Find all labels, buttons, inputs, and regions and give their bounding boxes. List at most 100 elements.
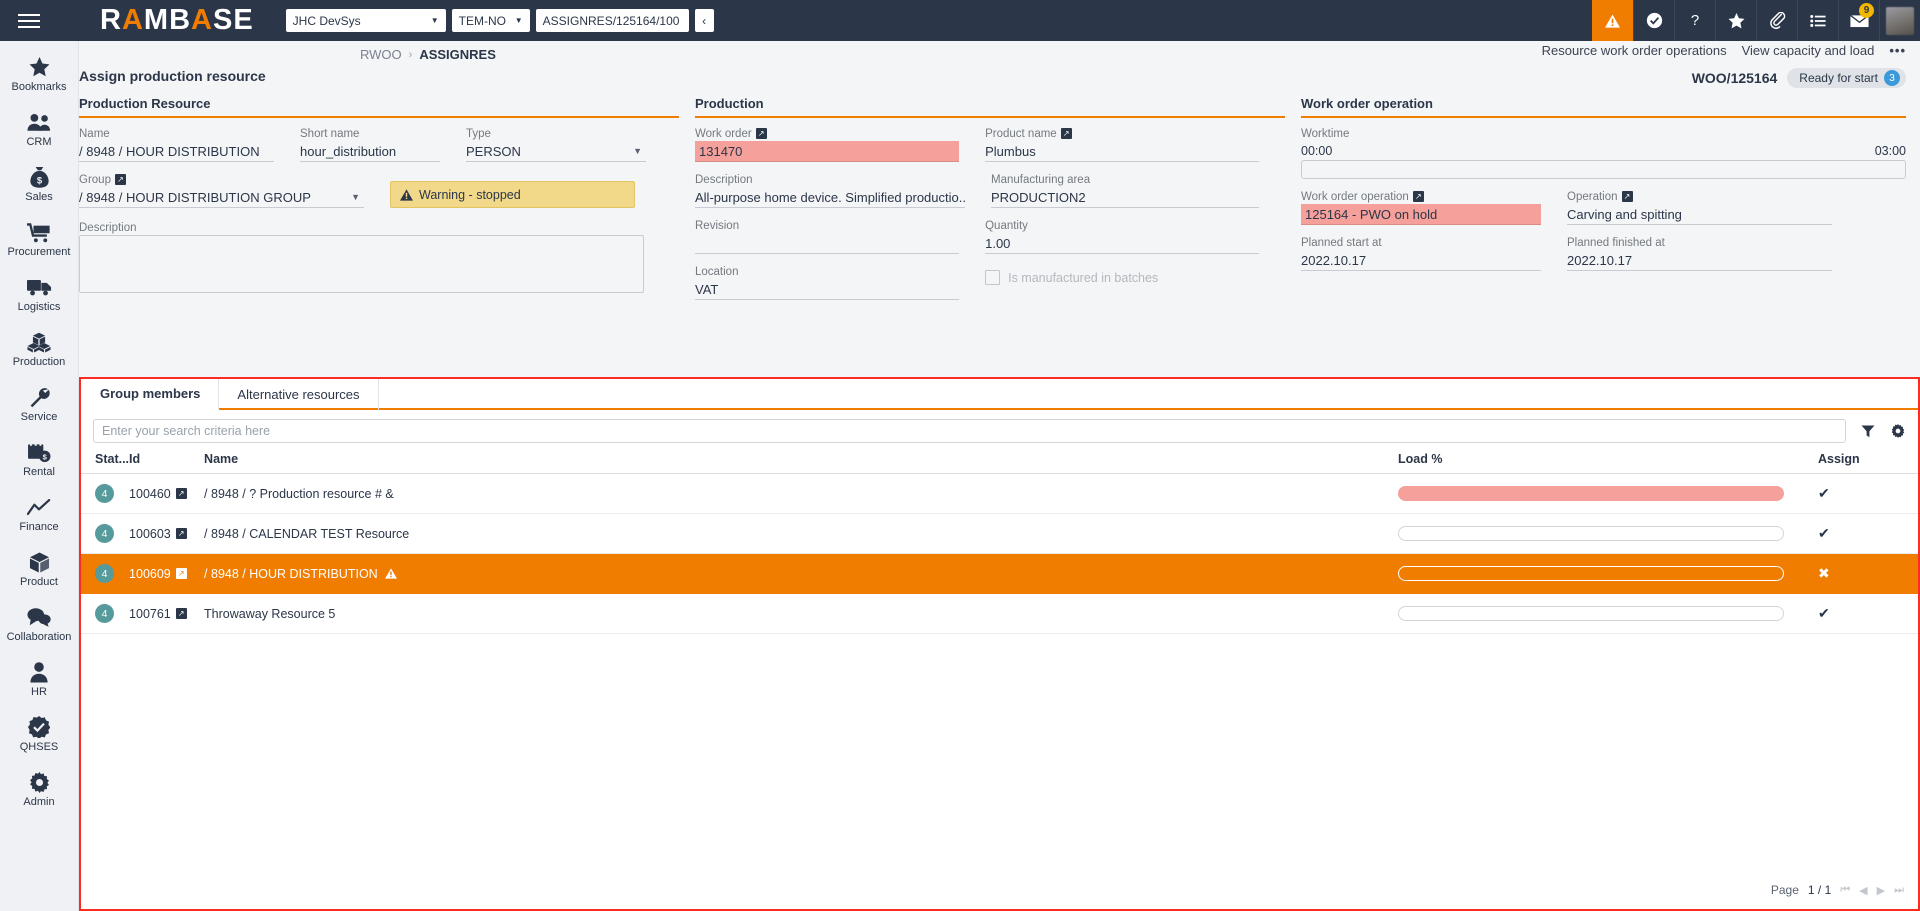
- breadcrumb-root[interactable]: RWOO: [360, 47, 402, 62]
- sidebar-item-label: CRM: [26, 136, 51, 148]
- checkbox-label: Is manufactured in batches: [1008, 271, 1158, 285]
- column-id[interactable]: Id: [129, 452, 204, 474]
- sidebar-item-finance[interactable]: Finance: [0, 487, 79, 542]
- field-select[interactable]: / 8948 / HOUR DISTRIBUTION GROUP ▼: [79, 187, 364, 208]
- next-page-icon[interactable]: ▶: [1877, 884, 1885, 897]
- sidebar-item-service[interactable]: Service: [0, 377, 79, 432]
- field-value[interactable]: Carving and spitting: [1567, 204, 1832, 225]
- sidebar-item-qhses[interactable]: QHSES: [0, 707, 79, 762]
- list-menu-icon[interactable]: [1797, 0, 1838, 41]
- tab-group-members[interactable]: Group members: [81, 379, 219, 410]
- field-value[interactable]: hour_distribution: [300, 141, 440, 162]
- table-row[interactable]: 4 100761 ↗ Throwaway Resource 5: [81, 594, 1918, 634]
- external-link-icon[interactable]: ↗: [115, 174, 126, 185]
- sidebar-item-procurement[interactable]: Procurement: [0, 212, 79, 267]
- more-options-icon[interactable]: •••: [1889, 43, 1906, 58]
- assign-check-icon[interactable]: ✔: [1818, 485, 1830, 501]
- field-value[interactable]: PRODUCTION2: [991, 187, 1259, 208]
- field-value[interactable]: VAT: [695, 279, 959, 300]
- assign-check-icon[interactable]: ✔: [1818, 605, 1830, 621]
- help-icon[interactable]: ?: [1674, 0, 1715, 41]
- column-status[interactable]: Stat...: [81, 452, 129, 474]
- back-button[interactable]: ‹: [695, 9, 714, 32]
- cell-id: 100761 ↗: [129, 594, 204, 634]
- task-check-icon[interactable]: [1633, 0, 1674, 41]
- gear-icon[interactable]: [1890, 424, 1906, 438]
- sidebar-item-label: Admin: [23, 796, 54, 808]
- external-link-icon[interactable]: ↗: [1622, 191, 1633, 202]
- sidebar-item-logistics[interactable]: Logistics: [0, 267, 79, 322]
- attachment-icon[interactable]: [1756, 0, 1797, 41]
- location-select[interactable]: TEM-NO ▼: [452, 9, 530, 32]
- field-value[interactable]: [695, 233, 959, 254]
- external-link-icon[interactable]: ↗: [1061, 128, 1072, 139]
- star-glyph: [1728, 13, 1745, 29]
- sidebar-item-hr[interactable]: HR: [0, 652, 79, 707]
- sidebar-item-rental[interactable]: $ Rental: [0, 432, 79, 487]
- link-resource-work-order-operations[interactable]: Resource work order operations: [1542, 43, 1727, 58]
- field-value[interactable]: / 8948 / HOUR DISTRIBUTION: [79, 141, 274, 162]
- warning-icon[interactable]: [1592, 0, 1633, 41]
- sidebar-item-label: QHSES: [20, 741, 59, 753]
- external-link-icon[interactable]: ↗: [756, 128, 767, 139]
- cell-name: / 8948 / HOUR DISTRIBUTION: [204, 554, 1398, 594]
- filter-icon[interactable]: [1860, 425, 1876, 438]
- external-link-icon[interactable]: ↗: [176, 528, 187, 539]
- status-badge-number: 3: [1884, 70, 1900, 86]
- sidebar-item-bookmarks[interactable]: Bookmarks: [0, 47, 79, 102]
- field-value[interactable]: 1.00: [985, 233, 1259, 254]
- favorites-star-icon[interactable]: [1715, 0, 1756, 41]
- field-value[interactable]: Plumbus: [985, 141, 1259, 162]
- table-row[interactable]: 4 100603 ↗ / 8948 / CALENDAR TEST Resour…: [81, 514, 1918, 554]
- field-select[interactable]: PERSON ▼: [466, 141, 646, 162]
- avatar[interactable]: [1879, 0, 1920, 41]
- sidebar-item-production[interactable]: Production: [0, 322, 79, 377]
- last-page-icon[interactable]: ⏭: [1894, 884, 1904, 897]
- row-name: / 8948 / ? Production resource # &: [204, 487, 394, 501]
- messages-icon[interactable]: 9: [1838, 0, 1879, 41]
- external-link-icon[interactable]: ↗: [176, 608, 187, 619]
- cell-status: 4: [81, 554, 129, 594]
- prev-page-icon[interactable]: ◀: [1859, 884, 1867, 897]
- description-textarea[interactable]: [79, 235, 644, 293]
- sidebar-item-crm[interactable]: CRM: [0, 102, 79, 157]
- external-link-icon[interactable]: ↗: [176, 488, 187, 499]
- sidebar-item-sales[interactable]: $ Sales: [0, 157, 79, 212]
- field-value[interactable]: 131470: [695, 141, 959, 162]
- field-value[interactable]: 2022.10.17: [1567, 250, 1832, 271]
- field-value[interactable]: 125164 - PWO on hold: [1301, 204, 1541, 225]
- money-bag-icon: $: [30, 166, 49, 188]
- hamburger-icon[interactable]: [0, 0, 58, 41]
- field-value[interactable]: 2022.10.17: [1301, 250, 1541, 271]
- sidebar-item-label: Rental: [23, 466, 55, 478]
- status-badge[interactable]: Ready for start 3: [1787, 68, 1906, 88]
- table-header-row: Stat... Id Name Load % Assign: [81, 452, 1918, 474]
- sidebar-item-admin[interactable]: Admin: [0, 762, 79, 817]
- field-work-order-operation-ref: Work order operation ↗ 125164 - PWO on h…: [1301, 189, 1541, 225]
- sidebar-item-product[interactable]: Product: [0, 542, 79, 597]
- unassign-cross-icon[interactable]: ✖: [1818, 565, 1830, 581]
- assign-check-icon[interactable]: ✔: [1818, 525, 1830, 541]
- field-label-text: Work order operation: [1301, 191, 1409, 203]
- tab-alternative-resources[interactable]: Alternative resources: [219, 379, 378, 410]
- search-input[interactable]: Enter your search criteria here: [93, 419, 1846, 443]
- field-label: Location: [695, 264, 959, 279]
- field-group: Group ↗ / 8948 / HOUR DISTRIBUTION GROUP…: [79, 172, 364, 208]
- external-link-icon[interactable]: ↗: [176, 568, 187, 579]
- field-label: Work order ↗: [695, 126, 959, 141]
- external-link-icon[interactable]: ↗: [1413, 191, 1424, 202]
- table-row[interactable]: 4 100609 ↗ / 8948 / HOUR DISTRIBUTION: [81, 554, 1918, 594]
- cell-status: 4: [81, 474, 129, 514]
- batches-checkbox[interactable]: [985, 270, 1000, 285]
- context-search-input[interactable]: ASSIGNRES/125164/100: [536, 9, 689, 32]
- link-view-capacity-and-load[interactable]: View capacity and load: [1742, 43, 1875, 58]
- sidebar-item-collaboration[interactable]: Collaboration: [0, 597, 79, 652]
- boxes-icon: [27, 331, 51, 353]
- field-value[interactable]: All-purpose home device. Simplified prod…: [695, 187, 965, 208]
- first-page-icon[interactable]: ⏮: [1840, 884, 1850, 897]
- column-name[interactable]: Name: [204, 452, 1398, 474]
- column-load-pct[interactable]: Load %: [1398, 452, 1818, 474]
- table-row[interactable]: 4 100460 ↗ / 8948 / ? Production resourc…: [81, 474, 1918, 514]
- column-assign[interactable]: Assign: [1818, 452, 1918, 474]
- company-select[interactable]: JHC DevSys ▼: [286, 9, 446, 32]
